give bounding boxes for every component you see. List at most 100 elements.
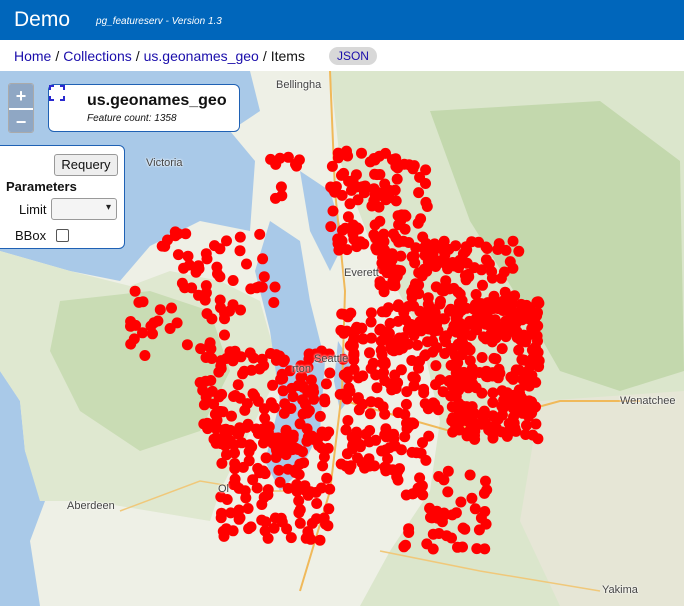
feature-point[interactable] [256,353,268,365]
feature-point[interactable] [235,304,246,316]
feature-point[interactable] [395,250,407,262]
feature-point[interactable] [469,320,480,332]
feature-point[interactable] [269,512,281,524]
feature-point[interactable] [365,307,377,319]
feature-point[interactable] [378,286,390,298]
feature-point[interactable] [391,173,403,185]
feature-point[interactable] [235,351,247,363]
bbox-checkbox[interactable] [56,229,69,242]
feature-point[interactable] [496,343,508,355]
breadcrumb-home[interactable]: Home [14,48,51,64]
feature-point[interactable] [219,440,231,452]
map-view[interactable]: Bellingha Victoria Everett Seattle rton … [0,71,684,606]
feature-point[interactable] [206,353,218,364]
feature-point[interactable] [258,271,270,283]
zoom-out-button[interactable]: − [9,108,33,132]
feature-point[interactable] [219,308,231,319]
feature-point[interactable] [217,525,229,537]
feature-point[interactable] [507,402,519,414]
feature-point[interactable] [321,472,333,484]
feature-point[interactable] [232,379,244,391]
feature-point[interactable] [431,505,443,517]
feature-point[interactable] [513,388,525,400]
feature-point[interactable] [422,403,434,415]
feature-point[interactable] [234,425,246,437]
feature-point[interactable] [464,469,476,481]
feature-point[interactable] [379,408,391,420]
feature-point[interactable] [267,437,278,449]
feature-point[interactable] [400,398,412,410]
feature-point[interactable] [438,474,450,486]
feature-point[interactable] [219,430,231,442]
feature-point[interactable] [529,341,541,353]
feature-point[interactable] [480,475,491,487]
feature-point[interactable] [368,153,380,164]
feature-point[interactable] [510,310,522,322]
feature-point[interactable] [182,250,194,262]
feature-point[interactable] [442,486,454,498]
zoom-in-button[interactable]: + [9,84,33,108]
feature-point[interactable] [452,541,463,553]
feature-point[interactable] [510,364,522,376]
feature-point[interactable] [430,360,442,372]
feature-point[interactable] [398,541,410,553]
feature-point[interactable] [194,377,206,388]
feature-point[interactable] [407,488,419,500]
feature-point[interactable] [507,262,519,274]
feature-point[interactable] [242,503,254,514]
feature-point[interactable] [178,262,190,274]
feature-point[interactable] [343,382,355,394]
feature-point[interactable] [348,363,360,375]
feature-point[interactable] [427,335,439,347]
feature-point[interactable] [241,258,252,270]
feature-point[interactable] [355,236,366,248]
feature-point[interactable] [399,408,411,420]
feature-point[interactable] [254,228,266,240]
feature-point[interactable] [412,217,424,229]
feature-point[interactable] [409,373,421,384]
feature-point[interactable] [487,397,499,408]
feature-point[interactable] [446,532,457,544]
feature-point[interactable] [413,279,425,291]
feature-point[interactable] [314,410,326,422]
feature-point[interactable] [468,262,480,274]
feature-point[interactable] [332,152,344,164]
feature-point[interactable] [374,189,386,201]
feature-point[interactable] [338,327,350,339]
feature-point[interactable] [287,443,299,455]
feature-point[interactable] [275,373,287,385]
breadcrumb-collections[interactable]: Collections [63,48,131,64]
feature-point[interactable] [374,215,386,227]
feature-point[interactable] [260,452,272,464]
feature-point[interactable] [204,337,216,349]
feature-point[interactable] [478,487,490,499]
feature-point[interactable] [221,494,233,505]
feature-point[interactable] [352,393,364,405]
feature-point[interactable] [406,324,418,336]
feature-point[interactable] [364,408,376,420]
feature-point[interactable] [247,474,259,486]
feature-point[interactable] [379,331,391,343]
feature-point[interactable] [446,415,458,427]
feature-point[interactable] [353,404,365,416]
feature-point[interactable] [282,482,294,494]
feature-point[interactable] [392,264,404,276]
feature-point[interactable] [259,525,271,537]
feature-point[interactable] [302,386,314,398]
feature-point[interactable] [128,333,140,345]
feature-point[interactable] [234,231,246,243]
feature-point[interactable] [455,496,467,508]
feature-point[interactable] [147,328,158,340]
feature-point[interactable] [375,344,387,356]
feature-point[interactable] [384,317,396,329]
feature-point[interactable] [521,419,532,431]
feature-point[interactable] [446,305,458,317]
feature-point[interactable] [314,534,326,546]
feature-point[interactable] [391,471,403,483]
feature-point[interactable] [365,396,377,408]
feature-point[interactable] [486,266,498,278]
feature-point[interactable] [233,513,245,525]
feature-point[interactable] [172,228,184,240]
feature-point[interactable] [450,507,462,519]
feature-point[interactable] [396,209,408,221]
